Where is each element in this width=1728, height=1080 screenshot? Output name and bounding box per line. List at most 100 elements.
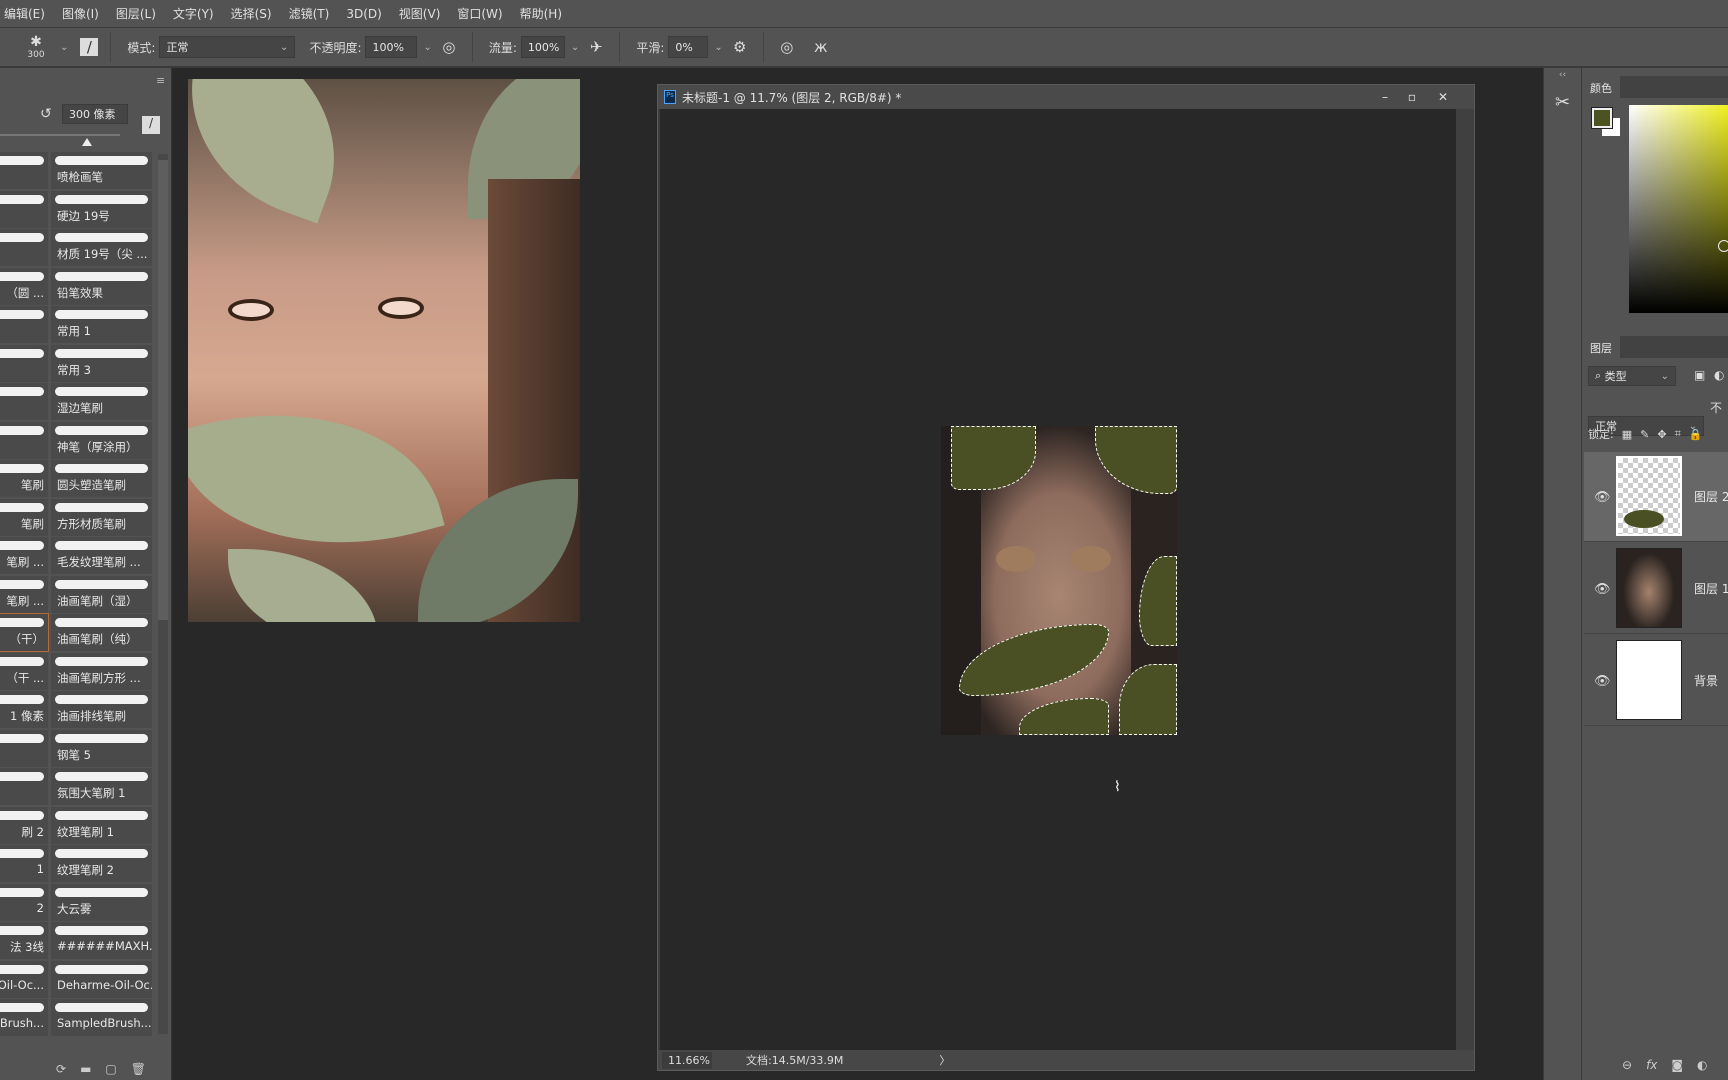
- brush-preset[interactable]: [0, 306, 48, 343]
- lock-move-icon[interactable]: ✥: [1657, 428, 1666, 441]
- layer-row-layer-1[interactable]: 👁 图层 1: [1584, 544, 1728, 634]
- menu-help[interactable]: 帮助(H): [520, 5, 562, 22]
- brush-preset[interactable]: （干）: [0, 613, 49, 652]
- brush-preset[interactable]: ######MAXH...: [51, 922, 152, 959]
- eye-icon[interactable]: 👁: [1594, 674, 1611, 689]
- canvas-artwork[interactable]: [941, 426, 1177, 735]
- menu-filter[interactable]: 滤镜(T): [289, 5, 330, 22]
- brush-preset[interactable]: 常用 3: [51, 344, 152, 382]
- tools-wrench-icon[interactable]: ✂: [1544, 92, 1581, 113]
- chevron-down-icon[interactable]: ⌄: [571, 42, 579, 53]
- trash-icon[interactable]: 🗑: [131, 1062, 146, 1076]
- size-slider-handle[interactable]: [82, 138, 92, 146]
- brush-preset[interactable]: 湿边笔刷: [51, 383, 152, 420]
- brush-preset[interactable]: 法 3线: [0, 922, 48, 959]
- color-picker-marker[interactable]: [1718, 240, 1728, 252]
- brush-preset[interactable]: [0, 383, 48, 420]
- toggle-brush-icon[interactable]: ⟳: [56, 1062, 66, 1076]
- pressure-opacity-icon[interactable]: ◎: [438, 36, 460, 58]
- lock-brush-icon[interactable]: ✎: [1640, 428, 1649, 441]
- size-slider-track[interactable]: [0, 134, 120, 136]
- canvas-area[interactable]: ⌇: [660, 109, 1456, 1051]
- pressure-size-icon[interactable]: ◎: [776, 36, 798, 58]
- brush-preset-picker[interactable]: ✱ 300: [18, 34, 54, 60]
- chevron-down-icon[interactable]: ⌄: [714, 42, 722, 53]
- brush-preset[interactable]: 1 像素: [0, 691, 48, 728]
- document-title-bar[interactable]: Ps 未标题-1 @ 11.7% (图层 2, RGB/8#) * – ▫ ✕: [658, 85, 1474, 109]
- brush-preset[interactable]: 油画排线笔刷: [51, 691, 152, 728]
- brush-preset[interactable]: 笔刷: [0, 498, 48, 536]
- brush-preset[interactable]: 笔刷 ...: [0, 575, 48, 613]
- flow-input[interactable]: 100%: [520, 36, 565, 58]
- brush-preset[interactable]: -Oil-Oc...: [0, 960, 48, 998]
- brush-preset[interactable]: 圆头塑造笔刷: [51, 460, 152, 497]
- reset-icon[interactable]: ↺: [40, 106, 52, 122]
- brush-preset[interactable]: 大云雾: [51, 883, 152, 921]
- new-brush-icon[interactable]: ▢: [105, 1062, 116, 1076]
- brush-preset[interactable]: Brush...: [0, 999, 48, 1036]
- brush-preset[interactable]: 常用 1: [51, 306, 152, 343]
- brush-preset[interactable]: 钢笔 5: [51, 729, 152, 767]
- menu-layer[interactable]: 图层(L): [116, 5, 156, 22]
- adjustment-layer-icon[interactable]: ◐: [1697, 1058, 1707, 1072]
- brush-preset[interactable]: [0, 421, 48, 459]
- brush-preset[interactable]: 笔刷 ...: [0, 537, 48, 574]
- layer-filter-select[interactable]: ⌕ 类型 ⌄: [1588, 366, 1676, 386]
- panel-menu-icon[interactable]: ≡: [156, 74, 165, 87]
- layers-panel-tab[interactable]: 图层: [1582, 336, 1728, 358]
- lock-artboard-icon[interactable]: ⌗: [1675, 427, 1681, 441]
- brush-preset[interactable]: [0, 190, 48, 228]
- link-icon[interactable]: ⊖: [1622, 1058, 1632, 1072]
- layer-row-layer-2[interactable]: 👁 图层 2: [1584, 452, 1728, 542]
- brush-preset[interactable]: 1: [0, 845, 48, 882]
- smoothing-input[interactable]: 0%: [668, 36, 709, 58]
- menu-select[interactable]: 选择(S): [231, 5, 272, 22]
- chevron-right-icon[interactable]: 〉: [939, 1052, 950, 1068]
- chevron-down-icon[interactable]: ⌄: [423, 42, 431, 53]
- new-brush-icon[interactable]: /: [142, 116, 160, 134]
- filter-adjustment-icon[interactable]: ◐: [1714, 368, 1724, 382]
- collapse-panels-icon[interactable]: ‹‹: [1544, 70, 1581, 80]
- mode-select[interactable]: 正常 ⌄: [159, 36, 296, 58]
- brush-preset[interactable]: 铅笔效果: [51, 267, 152, 305]
- brush-preset[interactable]: （圆 ...: [0, 267, 48, 305]
- symmetry-butterfly-icon[interactable]: ж: [810, 36, 832, 58]
- eye-icon[interactable]: 👁: [1594, 582, 1611, 597]
- layer-mask-icon[interactable]: ◙: [1671, 1058, 1683, 1072]
- menu-window[interactable]: 窗口(W): [457, 5, 502, 22]
- brush-preset[interactable]: 方形材质笔刷: [51, 498, 152, 536]
- brush-preset[interactable]: Deharme-Oil-Oc...: [51, 960, 152, 998]
- lock-icon[interactable]: 🔒: [1689, 428, 1703, 441]
- brush-preset[interactable]: 氛围大笔刷 1: [51, 768, 152, 805]
- menu-view[interactable]: 视图(V): [399, 5, 441, 22]
- brush-preset[interactable]: 纹理笔刷 2: [51, 845, 152, 882]
- eye-icon[interactable]: 👁: [1594, 490, 1611, 505]
- brush-settings-icon[interactable]: /: [80, 38, 99, 56]
- brush-preset[interactable]: 笔刷: [0, 460, 48, 497]
- filter-image-icon[interactable]: ▣: [1694, 368, 1705, 382]
- canvas-scrollbar[interactable]: [1456, 109, 1474, 1051]
- opacity-input[interactable]: 100%: [365, 36, 418, 58]
- gear-icon[interactable]: ⚙: [729, 36, 751, 58]
- brush-preset[interactable]: 毛发纹理笔刷 ...: [51, 537, 152, 574]
- brush-preset[interactable]: SampledBrush...: [51, 999, 152, 1036]
- layer-row-background[interactable]: 👁 背景: [1584, 636, 1728, 726]
- minimize-button[interactable]: –: [1382, 90, 1388, 104]
- foreground-color-swatch[interactable]: [1591, 107, 1613, 129]
- brush-size-input[interactable]: 300 像素: [62, 104, 128, 124]
- fx-icon[interactable]: fx: [1646, 1058, 1657, 1072]
- zoom-level[interactable]: 11.66%: [662, 1051, 712, 1069]
- brush-preset[interactable]: [0, 344, 48, 382]
- brush-preset[interactable]: [0, 229, 48, 266]
- brush-list-scrollbar[interactable]: [158, 154, 168, 1034]
- brush-preset[interactable]: [0, 768, 48, 805]
- airbrush-icon[interactable]: ✈: [585, 36, 607, 58]
- brush-preset[interactable]: （干 ...: [0, 652, 48, 690]
- new-group-folder-icon[interactable]: ▬: [80, 1062, 91, 1076]
- chevron-down-icon[interactable]: ⌄: [60, 42, 68, 53]
- color-panel-tab[interactable]: 颜色: [1582, 76, 1728, 98]
- brush-preset[interactable]: 纹理笔刷 1: [51, 806, 152, 844]
- close-button[interactable]: ✕: [1438, 90, 1448, 104]
- brush-preset[interactable]: [0, 152, 48, 189]
- brush-preset[interactable]: 油画笔刷（湿）: [51, 575, 152, 613]
